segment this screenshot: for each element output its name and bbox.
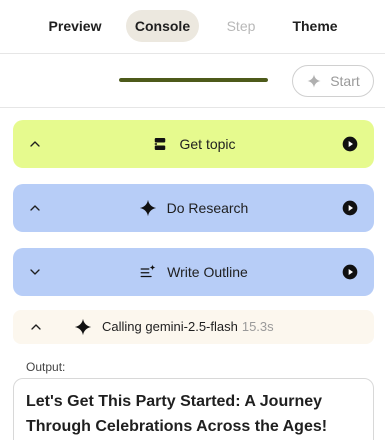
step-title-group: Do Research <box>13 184 374 232</box>
step-title: Write Outline <box>167 264 248 280</box>
sparkle-icon <box>74 318 92 336</box>
play-icon[interactable] <box>342 200 358 216</box>
tab-console[interactable]: Console <box>126 10 199 42</box>
start-button[interactable]: Start <box>292 65 374 97</box>
run-progress-bar <box>119 78 268 82</box>
step-card-write-outline[interactable]: Write Outline <box>13 248 374 296</box>
play-icon[interactable] <box>342 136 358 152</box>
output-text: Let's Get This Party Started: A Journey … <box>13 378 374 440</box>
step-card-do-research[interactable]: Do Research <box>13 184 374 232</box>
model-call-duration: 15.3s <box>241 319 274 334</box>
tab-theme[interactable]: Theme <box>285 10 345 42</box>
input-icon <box>155 138 166 150</box>
start-button-label: Start <box>330 73 360 89</box>
outline-icon <box>140 264 156 278</box>
chevron-up-icon[interactable] <box>28 319 44 335</box>
step-card-get-topic[interactable]: Get topic <box>13 120 374 168</box>
run-progress-fill <box>119 78 268 82</box>
step-title: Get topic <box>179 136 236 152</box>
model-call-label: Calling gemini-2.5-flash <box>102 319 238 334</box>
output-label: Output: <box>26 360 66 374</box>
step-title-group: Get topic <box>13 120 374 168</box>
tab-preview[interactable]: Preview <box>38 10 112 42</box>
step-title-group: Write Outline <box>13 248 374 296</box>
tab-step[interactable]: Step <box>212 10 270 42</box>
play-icon[interactable] <box>342 264 358 280</box>
model-call-row[interactable]: Calling gemini-2.5-flash 15.3s <box>13 310 374 344</box>
sparkle-icon <box>139 199 156 217</box>
step-title: Do Research <box>166 200 249 216</box>
sparkle-icon <box>307 74 321 88</box>
run-bar: Start <box>0 54 385 108</box>
mode-tabs: Preview Console Step Theme <box>0 0 385 54</box>
model-call-label-group: Calling gemini-2.5-flash 15.3s <box>102 310 274 344</box>
